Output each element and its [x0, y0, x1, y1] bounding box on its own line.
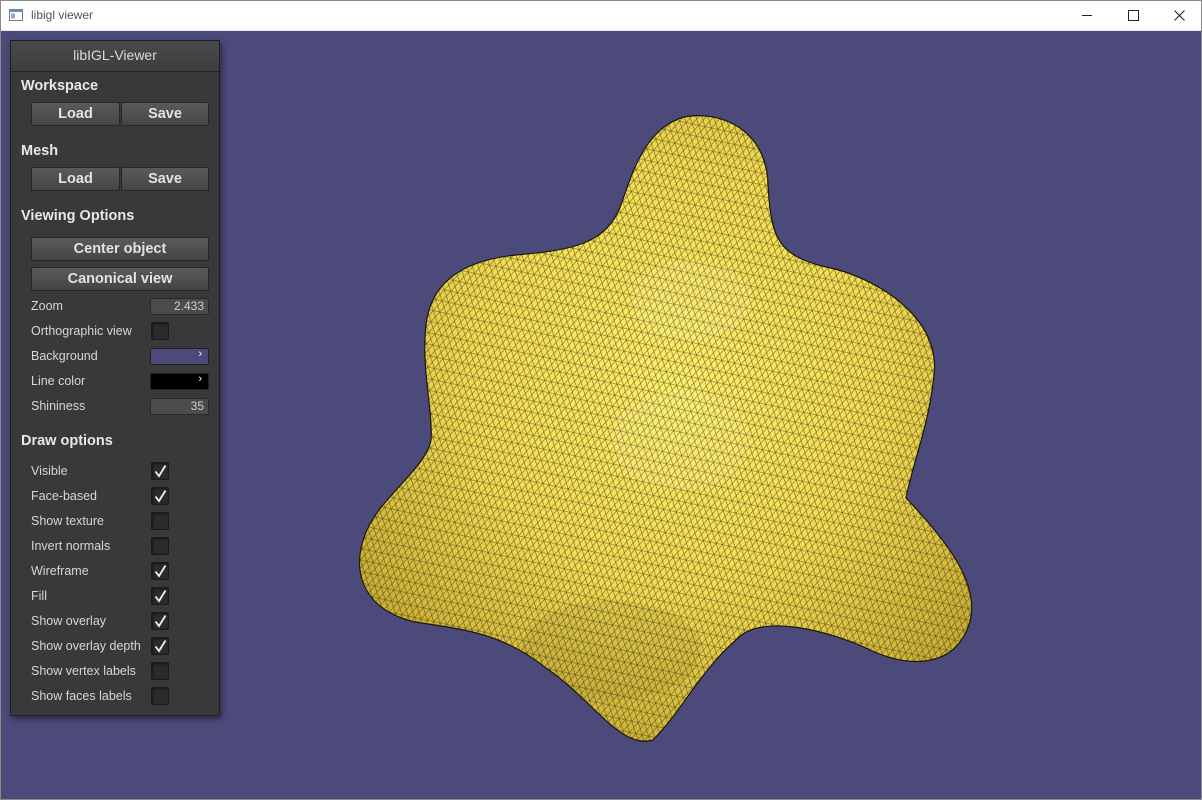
face-based-checkbox[interactable]	[151, 487, 169, 505]
show-faces-labels-checkbox[interactable]	[151, 687, 169, 705]
checkmark-icon	[154, 490, 167, 503]
draw-options-heading: Draw options	[21, 433, 113, 449]
show-vertex-labels-label: Show vertex labels	[31, 664, 136, 678]
checkmark-icon	[154, 565, 167, 578]
line-color-picker[interactable]: ›	[150, 373, 209, 390]
show-texture-label: Show texture	[31, 514, 104, 528]
checkmark-icon	[154, 615, 167, 628]
minimize-icon	[1082, 15, 1092, 16]
show-overlay-checkbox[interactable]	[151, 612, 169, 630]
show-overlay-label: Show overlay	[31, 614, 107, 628]
chevron-right-icon: ›	[198, 348, 202, 360]
show-vertex-labels-checkbox[interactable]	[151, 662, 169, 680]
workspace-heading: Workspace	[21, 78, 99, 94]
show-faces-labels-label: Show faces labels	[31, 689, 132, 703]
shininess-input[interactable]: 35	[150, 398, 209, 415]
window-title: libigl viewer	[31, 8, 94, 22]
window-titlebar[interactable]: libigl viewer	[0, 0, 1202, 31]
close-icon	[1173, 9, 1185, 21]
fill-label: Fill	[31, 589, 47, 603]
close-button[interactable]	[1156, 0, 1202, 30]
shininess-label: Shininess	[31, 399, 86, 413]
app-icon	[9, 9, 23, 21]
orthographic-view-checkbox[interactable]	[151, 322, 169, 340]
workspace-save-button[interactable]: Save	[121, 102, 209, 126]
panel-title[interactable]: libIGL-Viewer	[11, 41, 219, 72]
fill-checkbox[interactable]	[151, 587, 169, 605]
background-color-picker[interactable]: ›	[150, 348, 209, 365]
center-object-button[interactable]: Center object	[31, 237, 209, 261]
orthographic-view-label: Orthographic view	[31, 324, 132, 338]
canonical-view-button[interactable]: Canonical view	[31, 267, 209, 291]
zoom-input[interactable]: 2.433	[150, 298, 209, 315]
zoom-label: Zoom	[31, 299, 63, 313]
wireframe-checkbox[interactable]	[151, 562, 169, 580]
chevron-right-icon: ›	[198, 373, 202, 385]
invert-normals-checkbox[interactable]	[151, 537, 169, 555]
mesh-heading: Mesh	[21, 143, 59, 159]
visible-checkbox[interactable]	[151, 462, 169, 480]
viewer-menu-panel[interactable]: libIGL-Viewer Workspace Load Save Mesh L…	[10, 40, 220, 716]
invert-normals-label: Invert normals	[31, 539, 111, 553]
checkmark-icon	[154, 465, 167, 478]
mesh-save-button[interactable]: Save	[121, 167, 209, 191]
workspace-load-button[interactable]: Load	[31, 102, 120, 126]
maximize-button[interactable]	[1110, 0, 1156, 30]
minimize-button[interactable]	[1064, 0, 1110, 30]
background-label: Background	[31, 349, 98, 363]
face-based-label: Face-based	[31, 489, 98, 503]
checkmark-icon	[154, 590, 167, 603]
show-overlay-depth-checkbox[interactable]	[151, 637, 169, 655]
show-overlay-depth-label: Show overlay depth	[31, 639, 141, 653]
mesh-load-button[interactable]: Load	[31, 167, 120, 191]
line-color-label: Line color	[31, 374, 86, 388]
show-texture-checkbox[interactable]	[151, 512, 169, 530]
checkmark-icon	[154, 640, 167, 653]
wireframe-label: Wireframe	[31, 564, 89, 578]
maximize-icon	[1127, 9, 1139, 21]
visible-label: Visible	[31, 464, 68, 478]
viewing-options-heading: Viewing Options	[21, 208, 135, 224]
